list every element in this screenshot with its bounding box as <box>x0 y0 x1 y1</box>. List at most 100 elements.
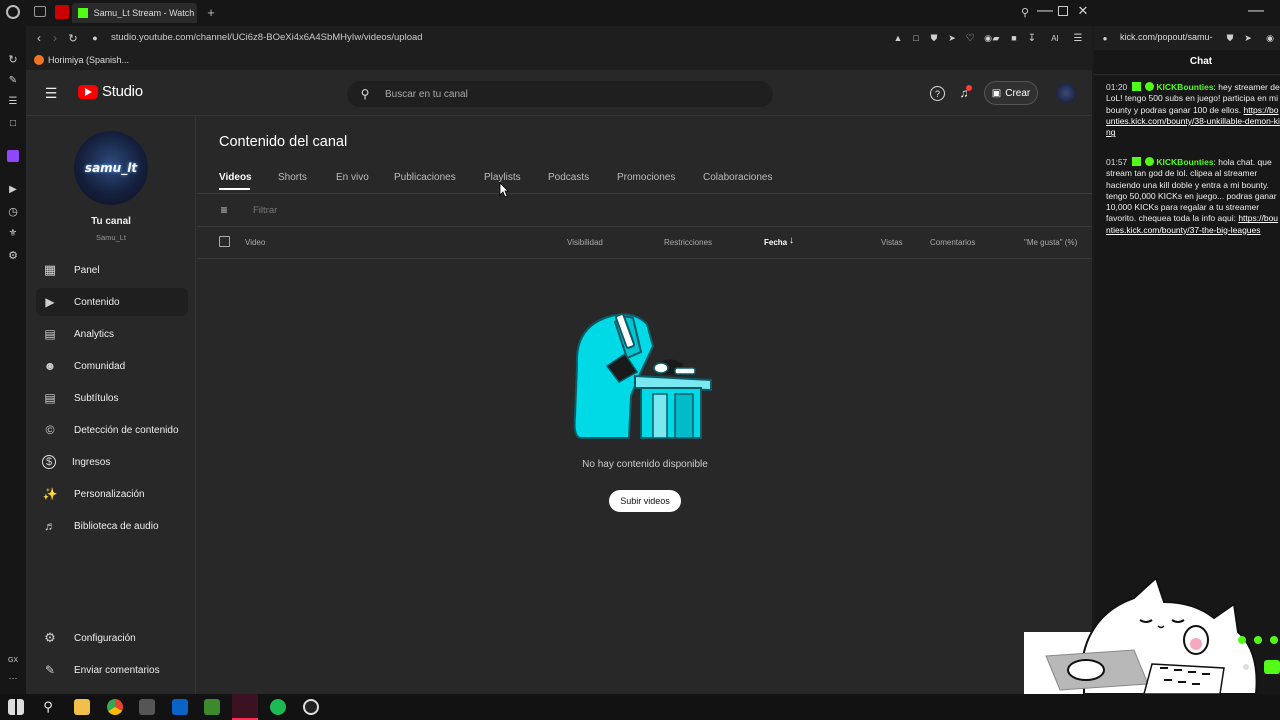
search-tabs-icon[interactable]: ⚲ <box>1018 5 1032 19</box>
menu-icon[interactable]: ☰ <box>1072 31 1084 45</box>
tab-videos[interactable]: Videos <box>219 172 252 183</box>
account-avatar[interactable] <box>1056 83 1076 103</box>
tab-grid-icon[interactable] <box>34 6 46 17</box>
pin-icon[interactable]: ▲ <box>892 31 904 45</box>
search-icon[interactable]: ⚲ <box>40 699 56 715</box>
shield-icon[interactable]: ⛊ <box>928 31 940 45</box>
camera-icon[interactable]: ◉ <box>1264 31 1276 45</box>
opera-gx-icon[interactable] <box>232 694 258 720</box>
youtube-tab-icon[interactable] <box>55 5 69 19</box>
nav-contenido[interactable]: ▶ Contenido <box>36 288 188 316</box>
nav-label: Ingresos <box>72 456 111 468</box>
minecraft-icon[interactable] <box>204 699 220 715</box>
file-explorer-icon[interactable] <box>74 699 90 715</box>
extensions-icon[interactable]: ⚜ <box>6 226 20 240</box>
extension-icon[interactable]: ▰ <box>990 31 1002 45</box>
download-icon[interactable]: ↧ <box>1026 31 1038 45</box>
history-icon[interactable]: ◷ <box>6 204 20 218</box>
heart-icon[interactable]: ♡ <box>964 31 976 45</box>
hamburger-menu-icon[interactable]: ☰ <box>44 85 58 101</box>
twitch-icon[interactable] <box>7 150 19 162</box>
more-icon[interactable]: ··· <box>6 672 20 684</box>
tab-colaboraciones[interactable]: Colaboraciones <box>703 172 773 183</box>
nav-biblioteca[interactable]: ♬ Biblioteca de audio <box>36 512 188 540</box>
ai-icon[interactable]: AI <box>1044 31 1066 45</box>
vpn-icon[interactable]: ■ <box>1008 31 1020 45</box>
help-icon[interactable]: ? <box>930 86 945 101</box>
windows-start-icon[interactable] <box>8 699 24 715</box>
filter-input[interactable]: Filtrar <box>253 205 277 216</box>
tab-podcasts[interactable]: Podcasts <box>548 172 589 183</box>
studio-logo-text[interactable]: Studio <box>102 83 143 100</box>
maximize-icon[interactable] <box>1058 6 1068 16</box>
nav-ingresos[interactable]: $ Ingresos <box>36 448 188 476</box>
store-icon[interactable] <box>139 699 155 715</box>
browser-titlebar: Samu_Lt Stream - Watch L + ⚲ — ✕ — <box>0 0 1280 26</box>
nav-personalizacion[interactable]: ✨ Personalización <box>36 480 188 508</box>
nav-enviar-comentarios[interactable]: ✎ Enviar comentarios <box>36 656 188 684</box>
nav-label: Personalización <box>74 488 145 500</box>
gx-icon[interactable]: GX <box>5 654 21 666</box>
nav-deteccion[interactable]: © Detección de contenido <box>36 416 188 444</box>
nav-comunidad[interactable]: ☻ Comunidad <box>36 352 188 380</box>
minimize-icon[interactable]: — <box>1037 2 1053 19</box>
send-icon[interactable]: ➤ <box>946 31 958 45</box>
tab-en-vivo[interactable]: En vivo <box>336 172 369 183</box>
spotify-icon[interactable] <box>270 699 286 715</box>
news-icon[interactable]: ✎ <box>6 73 20 87</box>
nav-label: Panel <box>74 264 100 276</box>
upload-videos-button[interactable]: Subir videos <box>609 490 681 512</box>
chrome-icon[interactable] <box>107 699 123 715</box>
nav-analytics[interactable]: ▤ Analytics <box>36 320 188 348</box>
lock-icon: ● <box>92 33 98 43</box>
outlook-icon[interactable] <box>172 699 188 715</box>
nav-configuracion[interactable]: ⚙ Configuración <box>36 624 188 652</box>
bookmark-item[interactable]: Horimiya (Spanish... <box>48 55 129 65</box>
column-me-gusta[interactable]: "Me gusta" (%) <box>1024 238 1077 247</box>
messenger-icon[interactable]: □ <box>6 116 20 130</box>
page-title: Contenido del canal <box>219 134 348 150</box>
column-comentarios[interactable]: Comentarios <box>930 238 975 247</box>
nav-label: Configuración <box>74 632 136 644</box>
column-fecha[interactable]: Fecha <box>764 238 787 247</box>
message-user[interactable]: KICKBounties <box>1156 82 1213 92</box>
channel-search[interactable]: ⚲ Buscar en tu canal <box>347 81 773 107</box>
browser-tab[interactable]: Samu_Lt Stream - Watch L <box>72 3 197 23</box>
nav-panel[interactable]: ▦ Panel <box>36 256 188 284</box>
back-icon[interactable]: ‹ <box>32 31 46 45</box>
snapshot-icon[interactable]: □ <box>910 31 922 45</box>
shield-icon[interactable]: ⛊ <box>1224 31 1236 45</box>
minimize-icon[interactable]: — <box>1248 2 1264 19</box>
nav-subtitulos[interactable]: ▤ Subtítulos <box>36 384 188 412</box>
close-icon[interactable]: ✕ <box>1076 3 1090 18</box>
speed-dial-icon[interactable]: ↻ <box>6 52 20 66</box>
settings-icon[interactable]: ⚙ <box>6 248 20 262</box>
select-all-checkbox[interactable] <box>219 236 230 247</box>
player-icon[interactable]: ▶ <box>6 182 20 196</box>
verified-badge-icon <box>1145 82 1155 91</box>
new-tab-icon[interactable]: + <box>204 5 218 20</box>
send-icon[interactable]: ➤ <box>1242 31 1254 45</box>
message-time: 01:57 <box>1106 157 1128 167</box>
tab-title: Samu_Lt Stream - Watch L <box>93 8 197 18</box>
notes-icon[interactable]: ☰ <box>6 94 20 108</box>
popout-url[interactable]: kick.com/popout/samu- <box>1120 32 1224 42</box>
forward-icon[interactable]: › <box>48 31 62 45</box>
message-user[interactable]: KICKBounties <box>1156 157 1213 167</box>
channel-avatar[interactable]: samu_lt <box>74 131 148 205</box>
tab-promociones[interactable]: Promociones <box>617 172 675 183</box>
copyright-icon: © <box>45 423 55 437</box>
reload-icon[interactable]: ↻ <box>66 31 80 45</box>
tab-publicaciones[interactable]: Publicaciones <box>394 172 456 183</box>
column-vistas[interactable]: Vistas <box>881 238 903 247</box>
obs-icon[interactable] <box>303 699 319 715</box>
search-input[interactable]: Buscar en tu canal <box>385 89 468 100</box>
filter-icon[interactable]: ≡ <box>217 203 231 217</box>
column-visibilidad[interactable]: Visibilidad <box>567 238 603 247</box>
column-restricciones[interactable]: Restricciones <box>664 238 712 247</box>
opera-logo-icon[interactable] <box>6 5 20 19</box>
url-field[interactable]: studio.youtube.com/channel/UCi6z8-BOeXi4… <box>111 32 423 43</box>
tab-shorts[interactable]: Shorts <box>278 172 307 183</box>
sort-down-icon[interactable]: ↓ <box>789 235 794 246</box>
create-button[interactable]: ▣ Crear <box>984 81 1038 105</box>
